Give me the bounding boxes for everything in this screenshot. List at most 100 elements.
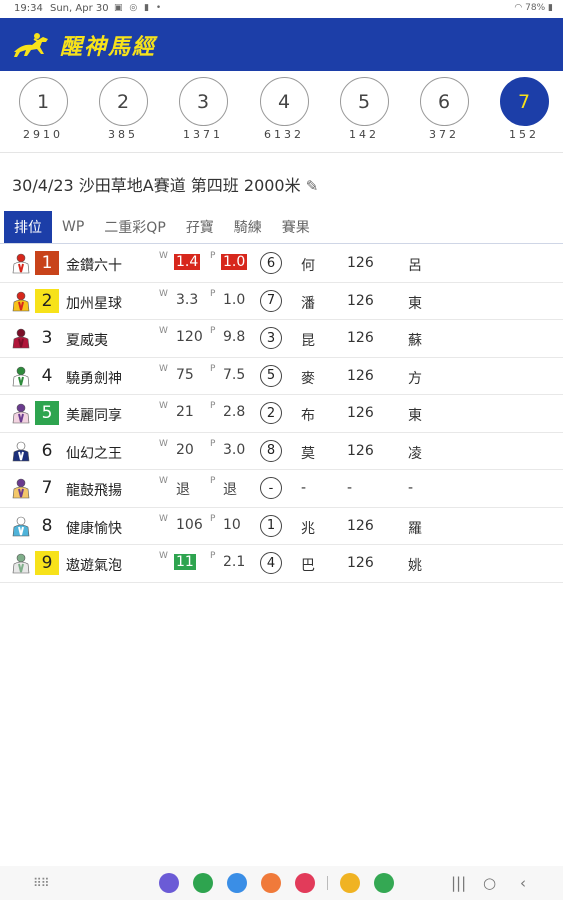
barrier-draw: 6: [260, 252, 282, 274]
race-info-text: 30/4/23 沙田草地A賽道 第四班 2000米: [12, 176, 301, 195]
race-count: 372: [429, 128, 459, 141]
horse-name: 加州星球: [66, 295, 122, 312]
horse-name: 健康愉快: [66, 520, 122, 537]
messages-app-icon[interactable]: [227, 873, 247, 893]
runner-row[interactable]: 3 夏威夷 W 120 P 9.8 3 昆 126 蘇: [0, 320, 563, 358]
race-7[interactable]: 7 152: [498, 77, 550, 141]
trainer-name: 姚: [408, 558, 422, 574]
tab-results[interactable]: 賽果: [272, 211, 320, 243]
race-number: 2: [98, 77, 148, 126]
tab-quinella[interactable]: 二重彩QP: [94, 211, 175, 243]
home-icon[interactable]: ○: [483, 874, 496, 892]
win-label: W: [159, 476, 168, 486]
runner-list: 1 金鑽六十 W 1.4 P 1.0 6 何 126 呂 2 加州星球 W 3.3 P 1.0 7 潘 126 東 3 夏…: [0, 245, 563, 583]
race-2[interactable]: 2 385: [97, 77, 149, 141]
wifi-icon: ◠: [514, 3, 523, 13]
runner-row[interactable]: 4 驍勇劍神 W 75 P 7.5 5 麥 126 方: [0, 358, 563, 395]
runner-row[interactable]: 9 遨遊氣泡 W 11 P 2.1 4 巴 126 姚: [0, 545, 563, 583]
race-6[interactable]: 6 372: [418, 77, 470, 141]
place-odds: 10: [223, 516, 241, 533]
place-label: P: [210, 326, 216, 336]
jockey-name: 巴: [301, 558, 315, 574]
photos-app-icon[interactable]: [340, 873, 360, 893]
horse-name: 仙幻之王: [66, 445, 122, 462]
runner-row[interactable]: 1 金鑽六十 W 1.4 P 1.0 6 何 126 呂: [0, 245, 563, 283]
phone-app-icon[interactable]: [193, 873, 213, 893]
place-odds: 1.0: [221, 254, 248, 270]
win-label: W: [159, 551, 168, 561]
bixby-app-icon[interactable]: [159, 873, 179, 893]
win-odds: 1.4: [174, 254, 201, 270]
barrier-draw: 3: [260, 327, 282, 349]
trainer-name: -: [408, 480, 414, 496]
place-odds: 2.1: [223, 554, 246, 570]
battery-indicator: ◠ 78% ▮: [514, 3, 553, 13]
horse-name: 金鑽六十: [66, 258, 122, 274]
place-odds: 3.0: [223, 441, 246, 458]
place-label: P: [210, 288, 216, 299]
tab-wp[interactable]: WP: [52, 211, 94, 243]
horse-number: 7: [41, 478, 53, 498]
jockey-name: 麥: [301, 370, 315, 387]
horse-number: 4: [41, 365, 53, 386]
win-label: W: [159, 401, 168, 411]
place-odds: 7.5: [223, 366, 246, 383]
runner-row[interactable]: 8 健康愉快 W 106 P 10 1 兆 126 羅: [0, 508, 563, 545]
race-5[interactable]: 5 142: [338, 77, 390, 141]
recent-apps-icon[interactable]: |||: [451, 874, 466, 892]
weight: 126: [347, 255, 374, 271]
screen-recorder-app-icon[interactable]: [295, 873, 315, 893]
tab-double[interactable]: 孖寶: [176, 211, 224, 243]
win-odds: 75: [176, 366, 194, 383]
place-label: P: [210, 363, 216, 374]
runner-row[interactable]: 5 美麗同享 W 21 P 2.8 2 布 126 東: [0, 395, 563, 433]
back-icon[interactable]: ‹: [520, 874, 526, 892]
win-odds: 3.3: [176, 291, 199, 308]
weight: 126: [347, 292, 374, 309]
battery-percent: 78%: [525, 3, 546, 13]
jockey-silk-icon: [12, 441, 30, 461]
place-odds: 2.8: [223, 404, 246, 420]
win-odds: 21: [176, 404, 194, 420]
jockey-name: 潘: [301, 295, 315, 312]
win-odds: 120: [176, 329, 203, 345]
trainer-name: 東: [408, 295, 422, 312]
win-odds: 11: [174, 554, 196, 570]
apps-grid-icon[interactable]: ⠿⠿: [33, 876, 50, 890]
place-label: P: [210, 401, 216, 411]
horse-number: 8: [41, 515, 53, 536]
runner-row[interactable]: 6 仙幻之王 W 20 P 3.0 8 莫 126 凌: [0, 433, 563, 470]
play-store-app-icon[interactable]: [374, 873, 394, 893]
race-1[interactable]: 1 2910: [17, 77, 69, 141]
trainer-name: 凌: [408, 445, 422, 462]
race-number: 4: [259, 77, 309, 126]
horse-name: 夏威夷: [66, 333, 108, 349]
race-count: 385: [108, 128, 138, 141]
jockey-silk-icon: [12, 291, 30, 311]
win-label: W: [159, 438, 168, 449]
place-label: P: [210, 476, 216, 486]
jockey-silk-icon: [12, 516, 30, 536]
jockey-silk-icon: [12, 403, 30, 424]
runner-row[interactable]: 2 加州星球 W 3.3 P 1.0 7 潘 126 東: [0, 283, 563, 320]
horse-name: 龍鼓飛揚: [66, 483, 122, 499]
race-count: 152: [509, 128, 539, 141]
barrier-draw: 4: [260, 552, 282, 574]
weight: 126: [347, 330, 374, 346]
edit-pencil-icon[interactable]: ✎: [306, 177, 319, 195]
race-count: 2910: [23, 128, 63, 141]
tab-jockey-trainer[interactable]: 騎練: [224, 211, 272, 243]
weight: 126: [347, 517, 374, 534]
jockey-silk-icon: [12, 328, 30, 349]
status-time: 19:34: [14, 3, 43, 14]
horse-number: 1: [35, 251, 59, 275]
jockey-name: -: [301, 480, 307, 496]
runner-row[interactable]: 7 龍鼓飛揚 W 退 P 退 - - - -: [0, 470, 563, 508]
jockey-name: 昆: [301, 333, 315, 349]
tab-draw[interactable]: 排位: [4, 211, 52, 243]
race-4[interactable]: 4 6132: [258, 77, 310, 141]
race-count: 1371: [183, 128, 223, 141]
race-3[interactable]: 3 1371: [177, 77, 229, 141]
contacts-app-icon[interactable]: [261, 873, 281, 893]
win-label: W: [159, 288, 168, 299]
